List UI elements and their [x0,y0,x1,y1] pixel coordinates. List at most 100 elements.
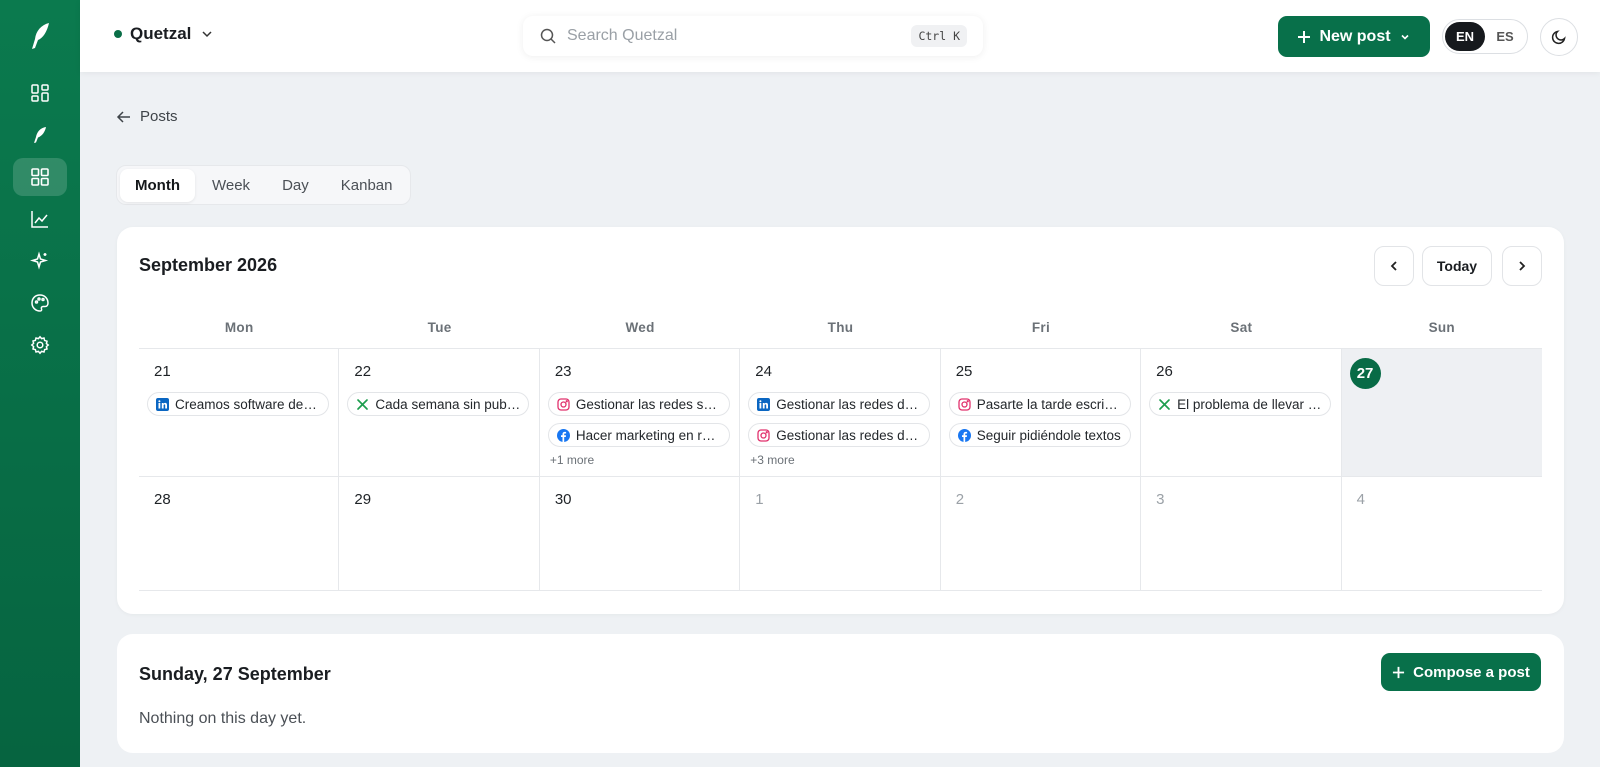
post-chip-title: Creamos software de la nada [175,396,320,412]
day-number: 29 [354,491,372,508]
day-number: 3 [1156,491,1165,508]
grid-icon [31,168,49,186]
calendar-day-cell[interactable]: 24Gestionar las redes de tu marcaGestion… [740,349,941,476]
calendar-day-cell[interactable]: 3 [1141,477,1342,590]
sidebar-item-brand[interactable] [13,284,67,322]
sidebar-item-settings[interactable] [13,326,67,364]
post-chip[interactable]: Creamos software de la nada [147,392,329,416]
calendar-day-cell[interactable]: 21Creamos software de la nada [139,349,340,476]
post-chip[interactable]: Seguir pidiéndole textos [948,423,1131,447]
more-posts-link[interactable]: +3 more [748,453,931,467]
weekday-label: Sat [1230,320,1253,335]
prev-month-button[interactable] [1374,246,1414,286]
instagram-icon [958,397,971,411]
instagram-icon [757,428,770,442]
post-chip-title: El problema de llevar las redes [1177,396,1322,412]
calendar-day-cell[interactable]: 26El problema de llevar las redes [1141,349,1342,476]
sidebar-item-ai[interactable] [13,242,67,280]
quetzal-logo-icon[interactable] [20,16,60,56]
post-chip[interactable]: Gestionar las redes sociales [547,392,730,416]
post-chip-title: Pasarte la tarde escribiendo [976,396,1122,412]
linkedin-icon [757,397,771,411]
gear-icon [30,335,50,355]
chevron-right-icon [1519,261,1526,271]
post-chip-title: Seguir pidiéndole textos [976,427,1121,443]
weekday-label: Sun [1428,320,1455,335]
plus-icon [1298,30,1311,43]
language-toggle[interactable]: EN ES [1442,19,1528,54]
tab-week[interactable]: Week [197,169,265,202]
post-chip-title: Hacer marketing en redes [575,427,721,443]
tab-kanban[interactable]: Kanban [326,169,408,202]
facebook-icon [556,428,570,442]
search-bar[interactable]: Ctrl K [523,16,983,56]
day-number: 21 [154,363,171,380]
status-dot [114,30,122,38]
calendar-card: September 2026 Today Mon Tue Wed Thu Fri Sat S… [117,227,1564,614]
back-link[interactable]: Posts [116,108,178,125]
post-chip[interactable]: Pasarte la tarde escribiendo [948,392,1131,416]
calendar-day-cell[interactable]: 23Gestionar las redes sociales Hacer mark… [540,349,741,476]
more-posts-link[interactable]: +1 more [548,453,731,467]
calendar-day-cell[interactable]: 4 [1342,477,1542,590]
day-number: 23 [554,363,572,380]
tab-day[interactable]: Day [267,169,324,202]
chart-line-icon [31,211,48,228]
sidebar [0,0,80,767]
x-icon [356,398,369,411]
day-detail-title: Sunday, 27 September [139,664,331,684]
post-chip-title: Gestionar las redes de tu marca [776,396,921,412]
sidebar-item-analytics[interactable] [13,200,67,238]
arrow-left-icon [116,110,130,123]
new-post-button[interactable]: New post [1278,16,1430,57]
feather-icon [34,127,46,143]
calendar-day-cell[interactable]: 28 [139,477,340,590]
calendar-day-cell[interactable]: 22 Cada semana sin publicar [339,349,540,476]
sidebar-item-dashboard[interactable] [13,74,67,112]
weekday-label: Thu [827,320,854,335]
calendar-week-row: 28 29 30 1 2 3 4 [139,477,1542,591]
chevron-down-icon [1400,34,1409,40]
theme-toggle-button[interactable] [1540,18,1578,56]
post-chip[interactable]: Hacer marketing en redes [547,423,730,447]
next-month-button[interactable] [1502,246,1542,286]
shortcut-hint: Ctrl K [911,25,967,47]
weekday-label: Wed [625,320,655,335]
day-number: 28 [154,491,171,508]
day-number: 22 [354,363,372,380]
calendar-day-cell[interactable]: 27 [1341,349,1542,476]
day-number: 25 [955,363,973,380]
lang-en[interactable]: EN [1445,22,1485,51]
weekday-label: Mon [224,320,254,335]
new-post-label: New post [1319,27,1391,45]
calendar-week-row: 21Creamos software de la nada 22 Cada sema… [139,349,1542,477]
post-chip[interactable]: Gestionar las redes de tu marca [748,423,931,447]
sidebar-item-calendar[interactable] [13,158,67,196]
calendar-day-cell[interactable]: 25Pasarte la tarde escribiendo Seguir pid… [941,349,1142,476]
post-chip[interactable]: Cada semana sin publicar [347,392,530,416]
search-input[interactable] [567,27,912,45]
topbar: Quetzal Ctrl K New post EN ES [80,0,1600,72]
day-number: 4 [1356,491,1365,508]
lang-es[interactable]: ES [1485,22,1525,51]
post-chip-title: Gestionar las redes sociales [575,396,721,412]
workspace-switcher[interactable]: Quetzal [114,24,215,44]
instagram-icon [557,397,570,411]
compose-label: Compose a post [1413,663,1530,681]
calendar-day-cell[interactable]: 30 [540,477,741,590]
calendar-day-cell[interactable]: 2 [941,477,1142,590]
day-number: 1 [755,491,764,508]
post-chip[interactable]: El problema de llevar las redes [1149,392,1332,416]
tab-month[interactable]: Month [120,168,195,202]
today-button[interactable]: Today [1422,246,1492,286]
weekday-label: Tue [427,320,452,335]
calendar-day-cell[interactable]: 29 [339,477,540,590]
post-chip[interactable]: Gestionar las redes de tu marca [748,392,931,416]
empty-state-text: Nothing on this day yet. [139,710,307,727]
compose-post-button[interactable]: Compose a post [1381,653,1541,691]
workspace-name: Quetzal [130,24,192,43]
day-number: 2 [955,491,965,508]
sidebar-item-compose[interactable] [13,116,67,154]
palette-icon [31,294,49,312]
calendar-day-cell[interactable]: 1 [740,477,941,590]
